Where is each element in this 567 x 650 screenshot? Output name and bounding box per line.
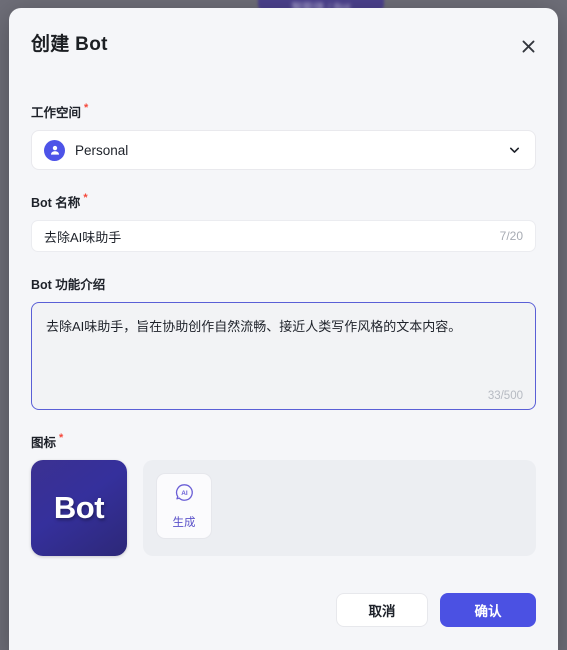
close-button[interactable] xyxy=(514,32,542,60)
cancel-button[interactable]: 取消 xyxy=(336,593,428,627)
bot-description-label: Bot 功能介绍 xyxy=(31,278,106,292)
bot-name-counter: 7/20 xyxy=(499,229,523,243)
bot-avatar[interactable]: Bot xyxy=(31,460,127,556)
dialog-header: 创建 Bot xyxy=(9,8,558,76)
dialog-body: 工作空间 * Personal Bot 名称 * 去除AI味助手 7/20 Bo… xyxy=(9,76,558,556)
bot-name-input-wrapper[interactable]: 7/20 xyxy=(31,220,536,252)
workspace-select[interactable]: Personal xyxy=(31,130,536,170)
dialog-footer: 取消 确认 xyxy=(9,580,558,650)
create-bot-dialog: 创建 Bot 工作空间 * Personal Bot 名称 * 去除AI味助手 … xyxy=(9,8,558,650)
bot-avatar-label: Bot xyxy=(53,490,105,525)
workspace-selected-value: Personal xyxy=(75,142,129,158)
workspace-label: 工作空间 xyxy=(31,106,82,120)
bot-name-input[interactable] xyxy=(44,228,490,244)
bot-description-counter: 33/500 xyxy=(487,390,523,402)
field-workspace: 工作空间 * Personal xyxy=(31,102,536,170)
field-bot-description: Bot 功能介绍 33/500 xyxy=(31,274,536,410)
page-title: 创建 Bot xyxy=(31,33,108,55)
required-asterisk: * xyxy=(84,102,89,114)
icon-tools-panel: AI 生成 xyxy=(143,460,536,556)
required-asterisk: * xyxy=(59,432,64,444)
ai-bubble-icon: AI xyxy=(174,482,195,508)
user-avatar-icon xyxy=(44,139,65,161)
field-bot-name: Bot 名称 * 7/20 xyxy=(31,192,536,252)
bot-name-label-row: Bot 名称 * xyxy=(31,192,536,211)
generate-icon-label: 生成 xyxy=(172,517,196,529)
required-asterisk: * xyxy=(83,192,88,204)
chevron-down-icon xyxy=(507,143,522,158)
bot-description-textarea-wrapper[interactable]: 33/500 xyxy=(31,302,536,410)
bot-description-label-row: Bot 功能介绍 xyxy=(31,274,536,293)
close-icon xyxy=(521,39,536,54)
workspace-label-row: 工作空间 * xyxy=(31,102,536,121)
icon-label: 图标 xyxy=(31,436,57,450)
generate-icon-button[interactable]: AI 生成 xyxy=(156,473,212,539)
bot-description-textarea[interactable] xyxy=(46,315,521,387)
field-icon: 图标 * Bot AI 生成 xyxy=(31,432,536,556)
bot-name-label: Bot 名称 xyxy=(31,196,81,210)
confirm-button[interactable]: 确认 xyxy=(440,593,536,627)
svg-text:AI: AI xyxy=(181,490,188,497)
icon-row: Bot AI 生成 xyxy=(31,460,536,556)
icon-label-row: 图标 * xyxy=(31,432,536,451)
